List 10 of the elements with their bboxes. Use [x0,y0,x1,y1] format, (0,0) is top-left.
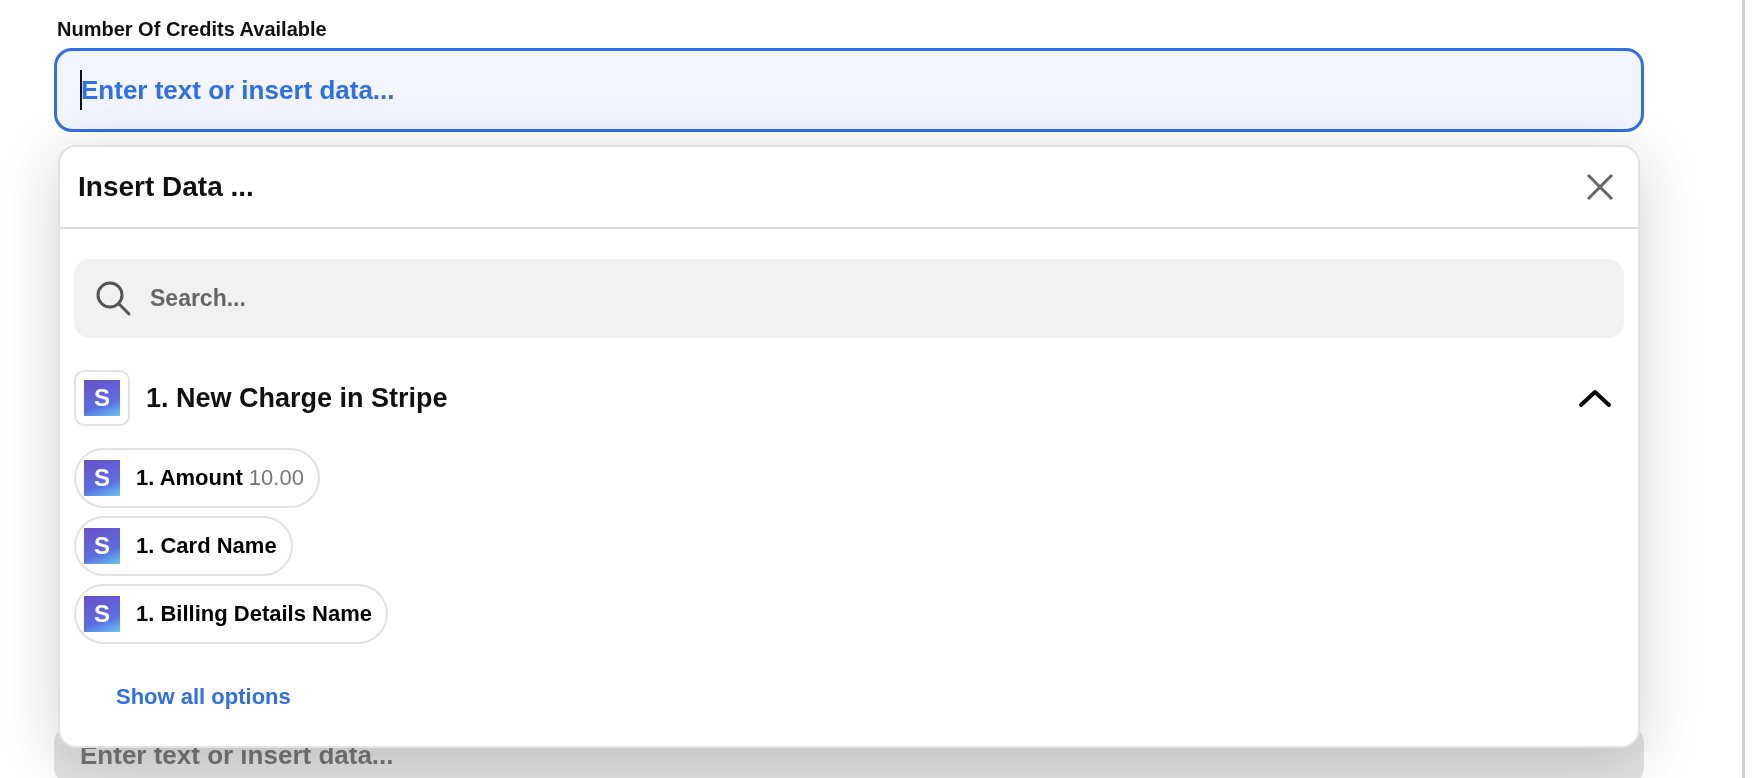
data-chip[interactable]: S 1. Amount 10.00 [74,448,320,508]
search-field[interactable]: Search... [74,259,1624,338]
section-title: 1. New Charge in Stripe [146,382,449,414]
show-all-link[interactable]: Show all options [116,684,291,710]
field-label: Number Of Credits Available [57,17,328,42]
data-chip[interactable]: S 1. Billing Details Name [74,584,388,644]
app-icon: S [74,370,130,426]
popup-title: Insert Data ... [78,171,254,203]
input-field[interactable]: Enter text or insert data... [54,48,1644,132]
data-chip[interactable]: S 1. Card Name [74,516,293,576]
